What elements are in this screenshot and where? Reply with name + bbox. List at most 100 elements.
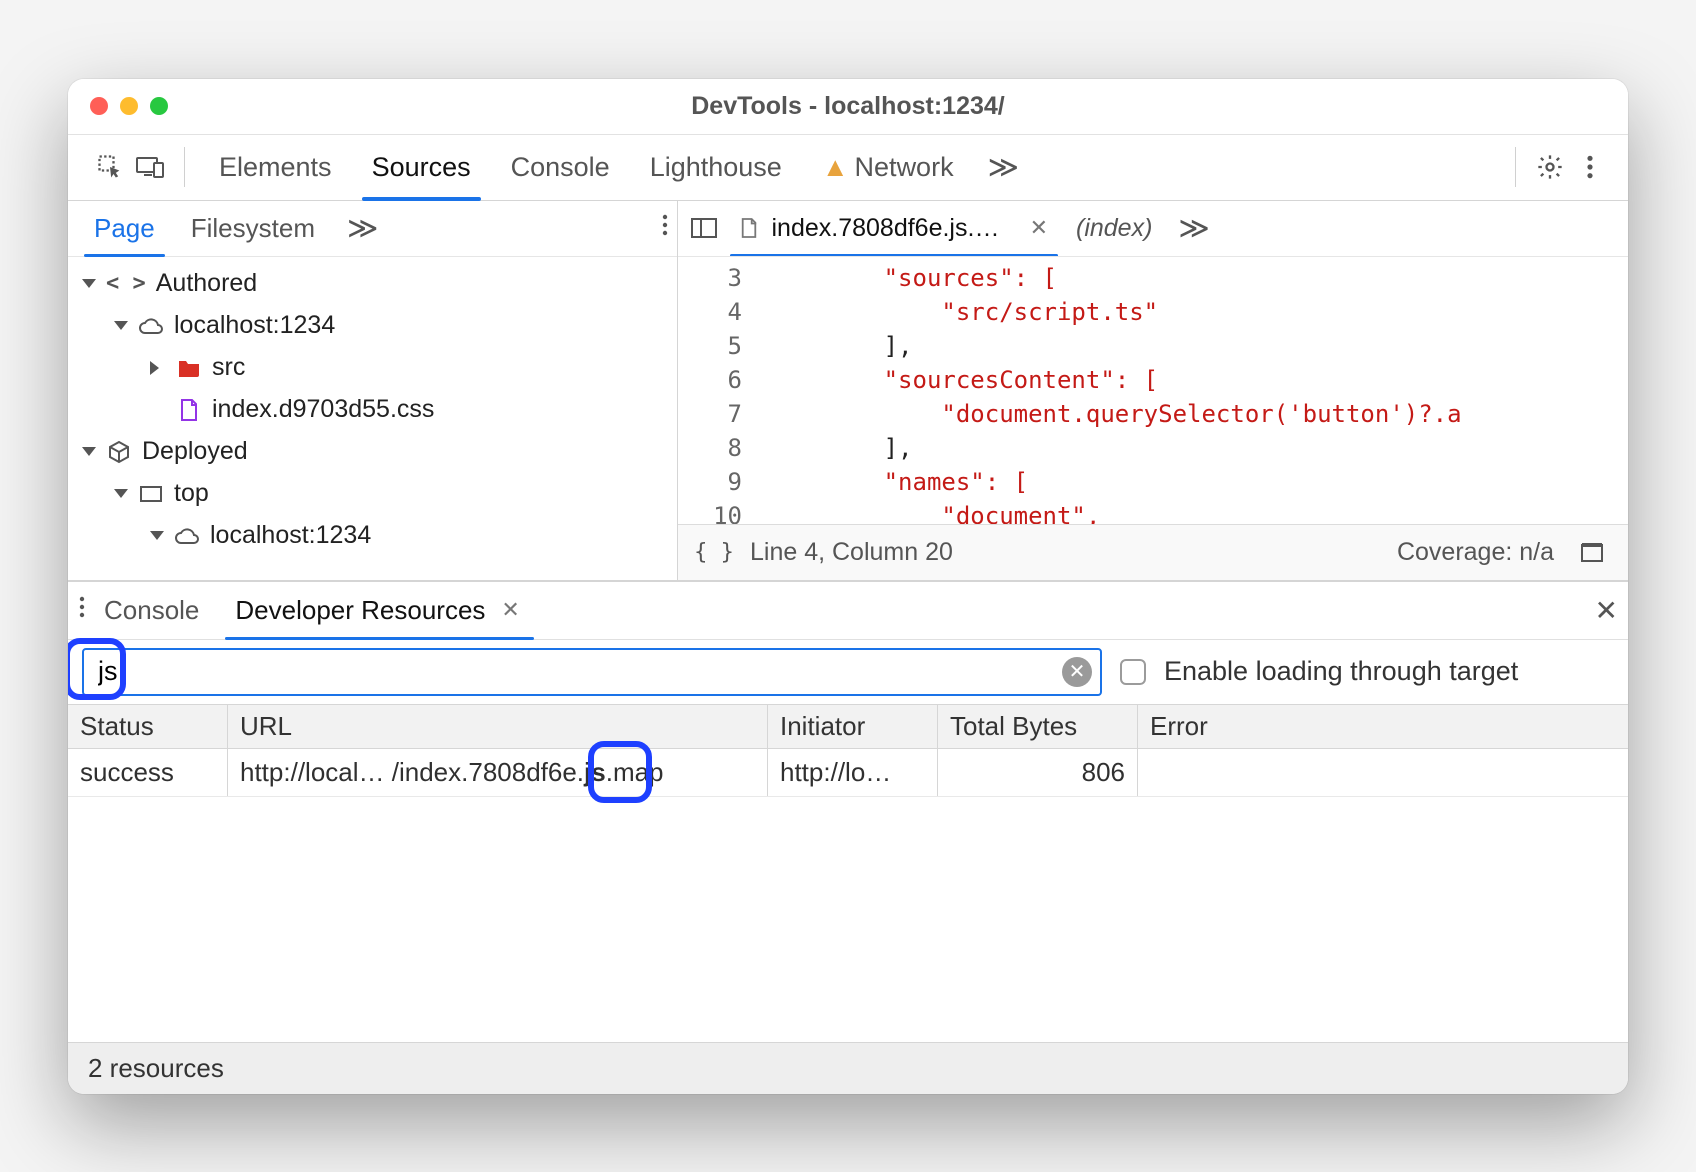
subtab-page[interactable]: Page bbox=[76, 201, 173, 256]
navigator-pane: Page Filesystem ≫ < > Authored localhost… bbox=[68, 201, 678, 580]
th-initiator[interactable]: Initiator bbox=[768, 705, 938, 748]
line-gutter: 3 4 5 6 7 8 9 10 11 bbox=[678, 257, 758, 524]
cell-bytes: 806 bbox=[938, 749, 1138, 796]
close-tab-icon[interactable]: ✕ bbox=[1026, 215, 1052, 241]
tree-label: Authored bbox=[156, 269, 257, 298]
tree-disclosure-icon[interactable] bbox=[114, 321, 128, 337]
close-drawer-icon[interactable]: ✕ bbox=[1595, 594, 1618, 627]
tree-disclosure-icon[interactable] bbox=[150, 361, 166, 375]
editor-tabbar: index.7808df6e.js.m… ✕ (index) ≫ bbox=[678, 201, 1628, 257]
subtabs-overflow-button[interactable]: ≫ bbox=[333, 211, 392, 246]
url-match: js bbox=[584, 757, 606, 788]
device-toolbar-icon[interactable] bbox=[130, 147, 170, 187]
tree-deployed[interactable]: Deployed bbox=[78, 431, 671, 473]
tree-folder-src[interactable]: src bbox=[78, 347, 671, 389]
editor-tab-label: (index) bbox=[1076, 214, 1152, 243]
drawer-tabbar: Console Developer Resources ✕ ✕ bbox=[68, 582, 1628, 640]
tab-network-label: Network bbox=[855, 152, 954, 183]
table-header: Status URL Initiator Total Bytes Error bbox=[68, 705, 1628, 749]
tree-top[interactable]: top bbox=[78, 473, 671, 515]
tab-console[interactable]: Console bbox=[491, 135, 630, 200]
folder-icon bbox=[176, 355, 202, 381]
kebab-menu-icon[interactable] bbox=[1570, 147, 1610, 187]
tree-disclosure-icon[interactable] bbox=[82, 279, 96, 295]
cell-url: http://local… /index.7808df6e.js.map bbox=[228, 749, 768, 796]
tree-file-css[interactable]: index.d9703d55.css bbox=[78, 389, 671, 431]
subtab-filesystem[interactable]: Filesystem bbox=[173, 201, 333, 256]
editor-tab-active[interactable]: index.7808df6e.js.m… ✕ bbox=[724, 201, 1064, 256]
tab-elements[interactable]: Elements bbox=[199, 135, 352, 200]
toggle-navigator-icon[interactable] bbox=[684, 208, 724, 248]
resource-count: 2 resources bbox=[88, 1053, 224, 1084]
cell-error bbox=[1138, 749, 1628, 796]
developer-resources-body: ✕ Enable loading through target Status U… bbox=[68, 640, 1628, 1094]
tree-label: localhost:1234 bbox=[210, 521, 371, 550]
file-tree[interactable]: < > Authored localhost:1234 src index.d9… bbox=[68, 257, 677, 580]
tree-label: Deployed bbox=[142, 437, 248, 466]
divider bbox=[1515, 147, 1516, 187]
tree-host-deployed[interactable]: localhost:1234 bbox=[78, 515, 671, 557]
resources-table: Status URL Initiator Total Bytes Error s… bbox=[68, 704, 1628, 1042]
tree-host[interactable]: localhost:1234 bbox=[78, 305, 671, 347]
cloud-icon bbox=[138, 313, 164, 339]
inspect-element-icon[interactable] bbox=[90, 147, 130, 187]
editor-pane: index.7808df6e.js.m… ✕ (index) ≫ 3 4 5 6… bbox=[678, 201, 1628, 580]
enable-loading-label: Enable loading through target bbox=[1164, 656, 1518, 687]
pretty-print-icon[interactable]: { } bbox=[694, 532, 734, 572]
url-part: http://local… bbox=[240, 757, 385, 788]
editor-tab-label: index.7808df6e.js.m… bbox=[772, 214, 1016, 243]
tab-sources[interactable]: Sources bbox=[352, 135, 491, 200]
drawer-tab-console[interactable]: Console bbox=[86, 582, 217, 639]
kebab-menu-icon[interactable] bbox=[661, 213, 669, 244]
divider bbox=[184, 147, 185, 187]
tree-label: src bbox=[212, 353, 245, 382]
drawer-tab-label: Developer Resources bbox=[235, 595, 485, 626]
editor-tab[interactable]: (index) bbox=[1064, 201, 1164, 256]
close-tab-icon[interactable]: ✕ bbox=[497, 597, 523, 623]
enable-loading-checkbox[interactable] bbox=[1120, 659, 1146, 685]
th-status[interactable]: Status bbox=[68, 705, 228, 748]
th-error[interactable]: Error bbox=[1138, 705, 1628, 748]
settings-icon[interactable] bbox=[1530, 147, 1570, 187]
code-editor[interactable]: 3 4 5 6 7 8 9 10 11 "sources": [ "src/sc… bbox=[678, 257, 1628, 524]
kebab-menu-icon[interactable] bbox=[78, 595, 86, 626]
tree-label: index.d9703d55.css bbox=[212, 395, 434, 424]
tree-authored[interactable]: < > Authored bbox=[78, 263, 671, 305]
code-icon: < > bbox=[106, 271, 146, 296]
cloud-icon bbox=[174, 523, 200, 549]
drawer: Console Developer Resources ✕ ✕ ✕ Enable… bbox=[68, 581, 1628, 1094]
cell-initiator: http://lo… bbox=[768, 749, 938, 796]
tabs-overflow-button[interactable]: ≫ bbox=[974, 150, 1033, 185]
coverage-status: Coverage: n/a bbox=[1397, 538, 1554, 567]
code-content: "sources": [ "src/script.ts" ], "sources… bbox=[758, 257, 1628, 524]
editor-tabs-overflow[interactable]: ≫ bbox=[1164, 211, 1223, 246]
drawer-statusbar: 2 resources bbox=[68, 1042, 1628, 1094]
filter-input[interactable] bbox=[92, 652, 1062, 691]
main-tabbar: Elements Sources Console Lighthouse ▲Net… bbox=[68, 135, 1628, 201]
th-url[interactable]: URL bbox=[228, 705, 768, 748]
editor-statusbar: { } Line 4, Column 20 Coverage: n/a bbox=[678, 524, 1628, 580]
tree-disclosure-icon[interactable] bbox=[82, 447, 96, 463]
cursor-position: Line 4, Column 20 bbox=[750, 538, 953, 567]
toggle-debugger-icon[interactable] bbox=[1572, 532, 1612, 572]
file-icon bbox=[176, 397, 202, 423]
tree-disclosure-icon[interactable] bbox=[150, 531, 164, 547]
th-bytes[interactable]: Total Bytes bbox=[938, 705, 1138, 748]
filter-row: ✕ Enable loading through target bbox=[68, 640, 1628, 704]
file-icon bbox=[736, 215, 762, 241]
cell-status: success bbox=[68, 749, 228, 796]
table-row[interactable]: success http://local… /index.7808df6e.js… bbox=[68, 749, 1628, 797]
drawer-tab-developer-resources[interactable]: Developer Resources ✕ bbox=[217, 582, 541, 639]
devtools-window: DevTools - localhost:1234/ Elements Sour… bbox=[68, 79, 1628, 1094]
cube-icon bbox=[106, 439, 132, 465]
tab-lighthouse[interactable]: Lighthouse bbox=[630, 135, 802, 200]
filter-input-wrap[interactable]: ✕ bbox=[82, 648, 1102, 696]
window-title: DevTools - localhost:1234/ bbox=[68, 92, 1628, 121]
frame-icon bbox=[138, 481, 164, 507]
clear-filter-icon[interactable]: ✕ bbox=[1062, 657, 1092, 687]
url-part: .map bbox=[606, 757, 664, 788]
navigator-tabs: Page Filesystem ≫ bbox=[68, 201, 677, 257]
tree-disclosure-icon[interactable] bbox=[114, 489, 128, 505]
titlebar: DevTools - localhost:1234/ bbox=[68, 79, 1628, 135]
tab-network[interactable]: ▲Network bbox=[802, 135, 974, 200]
